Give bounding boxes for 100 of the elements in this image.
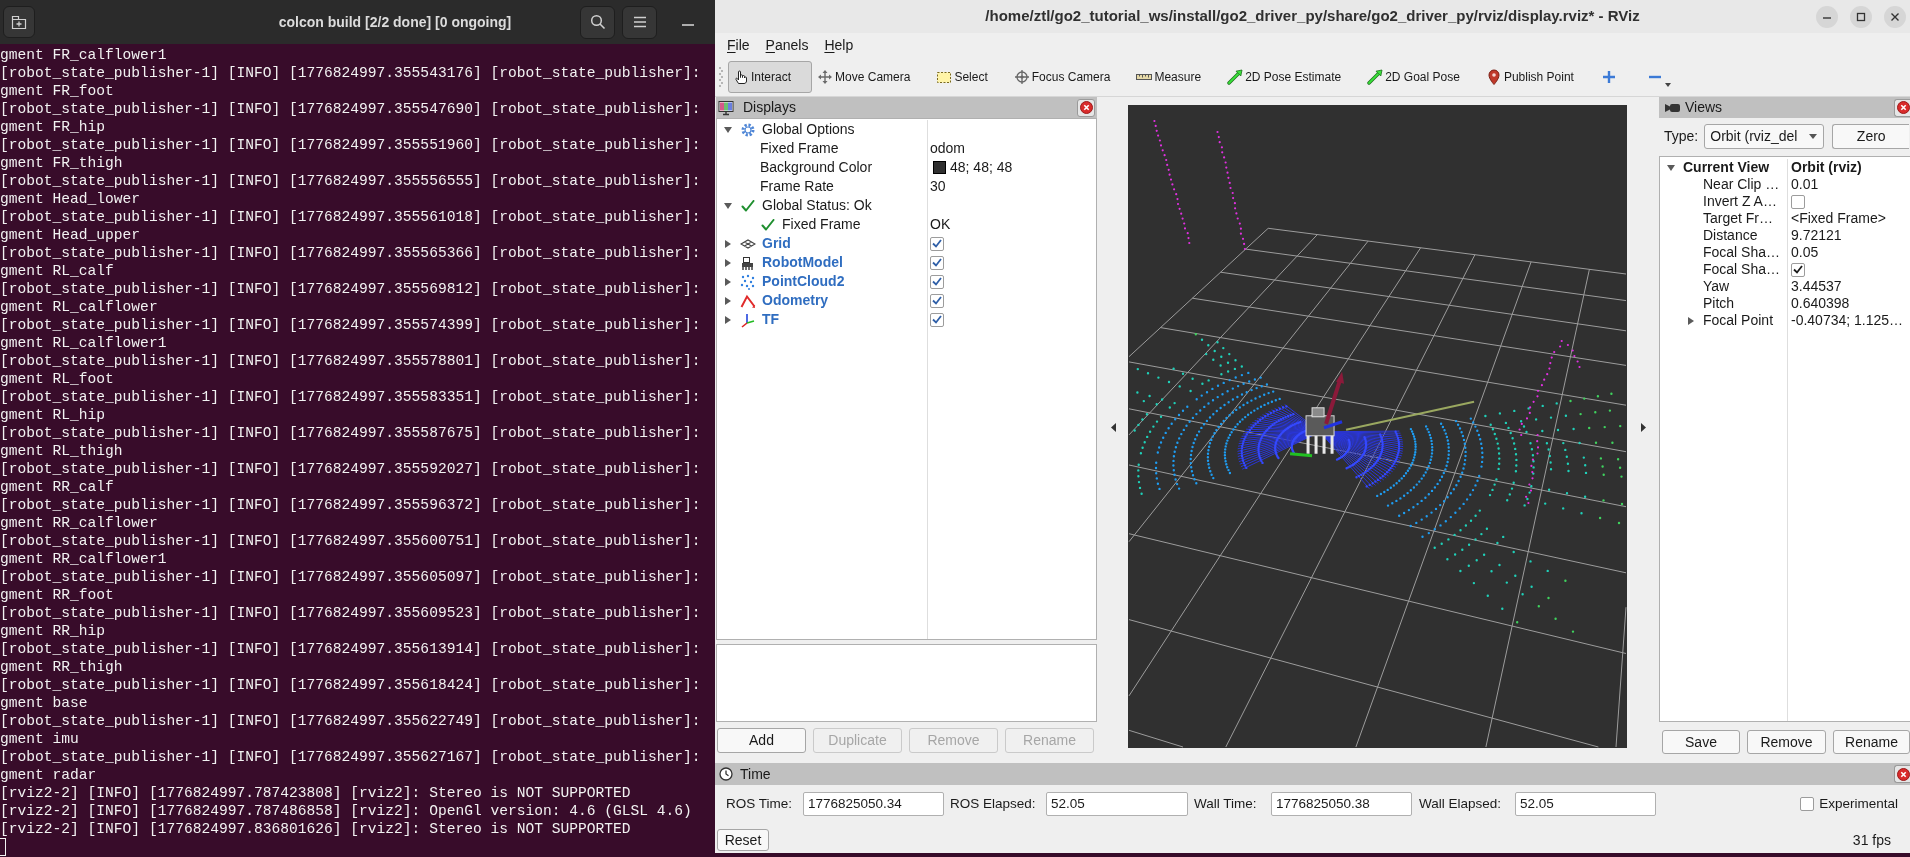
caret-down-icon[interactable]: [1667, 164, 1675, 171]
caret-down-icon: [1664, 82, 1671, 87]
tree-item[interactable]: Global Options: [762, 119, 855, 140]
terminal-line: [robot_state_publisher-1] [INFO] [1776824997.355574399] [robot_state_publisher]:: [0, 316, 701, 334]
tool-button[interactable]: Interact: [728, 60, 813, 93]
caret-right-icon[interactable]: [724, 315, 731, 324]
close-button[interactable]: [1894, 765, 1910, 783]
time-field[interactable]: 1776825050.34: [803, 792, 944, 816]
checkbox[interactable]: [1800, 797, 1815, 811]
menu-item[interactable]: File: [719, 34, 758, 56]
window-title: /home/ztl/go2_tutorial_ws/install/go2_driver_py/share/go2_driver_py/rviz/display.rviz* - RViz: [985, 6, 1640, 27]
caret-left-icon[interactable]: [1110, 422, 1116, 432]
tree-item[interactable]: Target Fr…: [1703, 210, 1773, 227]
display-tree[interactable]: Global Options Fixed Frame Background Color Frame Rate Global Status: Ok Fixed Frame Grid RobotModel PointCloud2 Odometry TF odom 48; 48; 48 30 OK: [716, 118, 1097, 640]
property-value: 3.44537: [1791, 278, 1842, 295]
checkbox[interactable]: [930, 255, 944, 270]
tree-item[interactable]: Near Clip …: [1703, 176, 1780, 193]
maximize-button[interactable]: [1850, 5, 1872, 28]
tree-item[interactable]: Focal Sha…: [1703, 261, 1781, 278]
tool-button[interactable]: Move Camera: [812, 60, 932, 93]
property-value: 0.01: [1791, 176, 1819, 193]
checkbox[interactable]: [930, 312, 944, 327]
caret-right-icon[interactable]: [1640, 422, 1646, 432]
caret-right-icon[interactable]: [724, 258, 731, 267]
caret-right-icon[interactable]: [724, 277, 731, 286]
checkbox[interactable]: [1791, 194, 1805, 209]
tree-item[interactable]: TF: [762, 309, 780, 330]
checkbox[interactable]: [930, 293, 944, 308]
time-field[interactable]: 52.05: [1046, 792, 1188, 816]
view-type-dropdown[interactable]: Orbit (rviz_del: [1704, 124, 1825, 149]
menu-item[interactable]: Help: [816, 34, 862, 56]
panel-button[interactable]: Remove: [1747, 730, 1826, 754]
arrow-icon: [1227, 68, 1244, 85]
zero-button[interactable]: Zero: [1832, 124, 1910, 149]
caret-right-icon[interactable]: [1688, 316, 1694, 325]
checkbox[interactable]: [1791, 262, 1805, 277]
point-cloud-icon: [740, 273, 756, 290]
caret-right-icon[interactable]: [724, 239, 731, 248]
menu-item[interactable]: Panels: [757, 34, 817, 56]
3d-viewport[interactable]: [1128, 105, 1627, 748]
tree-item[interactable]: Grid: [762, 233, 791, 254]
tree-item[interactable]: Background Color: [760, 157, 873, 178]
tool-button[interactable]: Measure: [1131, 60, 1223, 93]
tree-item[interactable]: Yaw: [1703, 278, 1730, 295]
tool-button[interactable]: 2D Pose Estimate: [1222, 60, 1363, 93]
tool-button[interactable]: Select: [931, 60, 1009, 93]
tool-button[interactable]: Publish Point: [1480, 60, 1595, 93]
tool-button[interactable]: Focus Camera: [1008, 60, 1132, 93]
time-field[interactable]: 52.05: [1515, 792, 1656, 816]
caret-down-icon: [1809, 134, 1818, 139]
new-tab-button[interactable]: [3, 6, 35, 38]
checkbox[interactable]: [930, 236, 944, 251]
terminal-line: [robot_state_publisher-1] [INFO] [1776824997.355556555] [robot_state_publisher]:: [0, 172, 701, 190]
caret-down-icon[interactable]: [723, 126, 732, 133]
robot-icon: [740, 254, 756, 271]
tree-item[interactable]: Invert Z A…: [1703, 193, 1777, 210]
close-button[interactable]: [1077, 98, 1095, 117]
tree-item[interactable]: Fixed Frame: [760, 138, 839, 159]
panel-button[interactable]: Save: [1662, 730, 1740, 754]
caret-down-icon[interactable]: [723, 202, 732, 209]
view-properties-tree[interactable]: Current View Near Clip … Invert Z A… Target Fr… Distance Focal Sha… Focal Sha… Yaw Pitch Focal Point Orbit (rviz) 0.01 <Fixed Frame> 9.72121 0.05 3.44537 0.640398 -0.40734; 1.125…: [1659, 156, 1910, 722]
terminal-line: gment RR_calflower: [0, 514, 158, 532]
search-button[interactable]: [580, 5, 615, 39]
reset-button[interactable]: Reset: [717, 829, 769, 851]
tree-item[interactable]: PointCloud2: [762, 271, 845, 292]
map-pin-icon: [1485, 68, 1502, 85]
time-field[interactable]: 1776825050.38: [1271, 792, 1412, 816]
field-label: Wall Time:: [1194, 794, 1257, 813]
tree-item[interactable]: Frame Rate: [760, 176, 834, 197]
tree-item[interactable]: Odometry: [762, 290, 829, 311]
menu-button[interactable]: [622, 5, 657, 39]
grip-icon[interactable]: [719, 65, 723, 88]
tree-item[interactable]: Focal Point: [1703, 312, 1774, 329]
clock-icon: [719, 767, 733, 781]
tree-item[interactable]: Global Status: Ok: [762, 195, 872, 216]
caret-right-icon[interactable]: [724, 296, 731, 305]
tree-item[interactable]: RobotModel: [762, 252, 843, 273]
close-button[interactable]: [1894, 98, 1910, 117]
terminal-line: gment FR_calflower1: [0, 46, 167, 64]
terminal-line: gment RL_calf: [0, 262, 114, 280]
checkbox[interactable]: [930, 274, 944, 289]
tab-plus-icon: [11, 14, 27, 30]
tree-item[interactable]: Current View: [1683, 159, 1770, 176]
panel-button[interactable]: Add: [717, 728, 806, 753]
close-button[interactable]: [1884, 5, 1906, 28]
terminal-line: [robot_state_publisher-1] [INFO] [1776824997.355547690] [robot_state_publisher]:: [0, 100, 701, 118]
minimize-button[interactable]: [1816, 5, 1838, 28]
terminal-line: gment RL_calflower: [0, 298, 158, 316]
tree-item[interactable]: Pitch: [1703, 295, 1735, 312]
panel-button[interactable]: Rename: [1833, 730, 1910, 754]
terminal-line: gment FR_hip: [0, 118, 106, 136]
terminal-line: [robot_state_publisher-1] [INFO] [1776824997.355600751] [robot_state_publisher]:: [0, 532, 701, 550]
tree-item[interactable]: Distance: [1703, 227, 1758, 244]
field-label: ROS Elapsed:: [950, 794, 1036, 813]
tool-button[interactable]: 2D Goal Pose: [1362, 60, 1481, 93]
terminal-line: [robot_state_publisher-1] [INFO] [1776824997.355618424] [robot_state_publisher]:: [0, 676, 701, 694]
tree-item[interactable]: Fixed Frame: [782, 214, 861, 235]
field-label: ROS Time:: [726, 794, 792, 813]
tree-item[interactable]: Focal Sha…: [1703, 244, 1781, 261]
property-value: 48; 48; 48: [950, 158, 1013, 177]
